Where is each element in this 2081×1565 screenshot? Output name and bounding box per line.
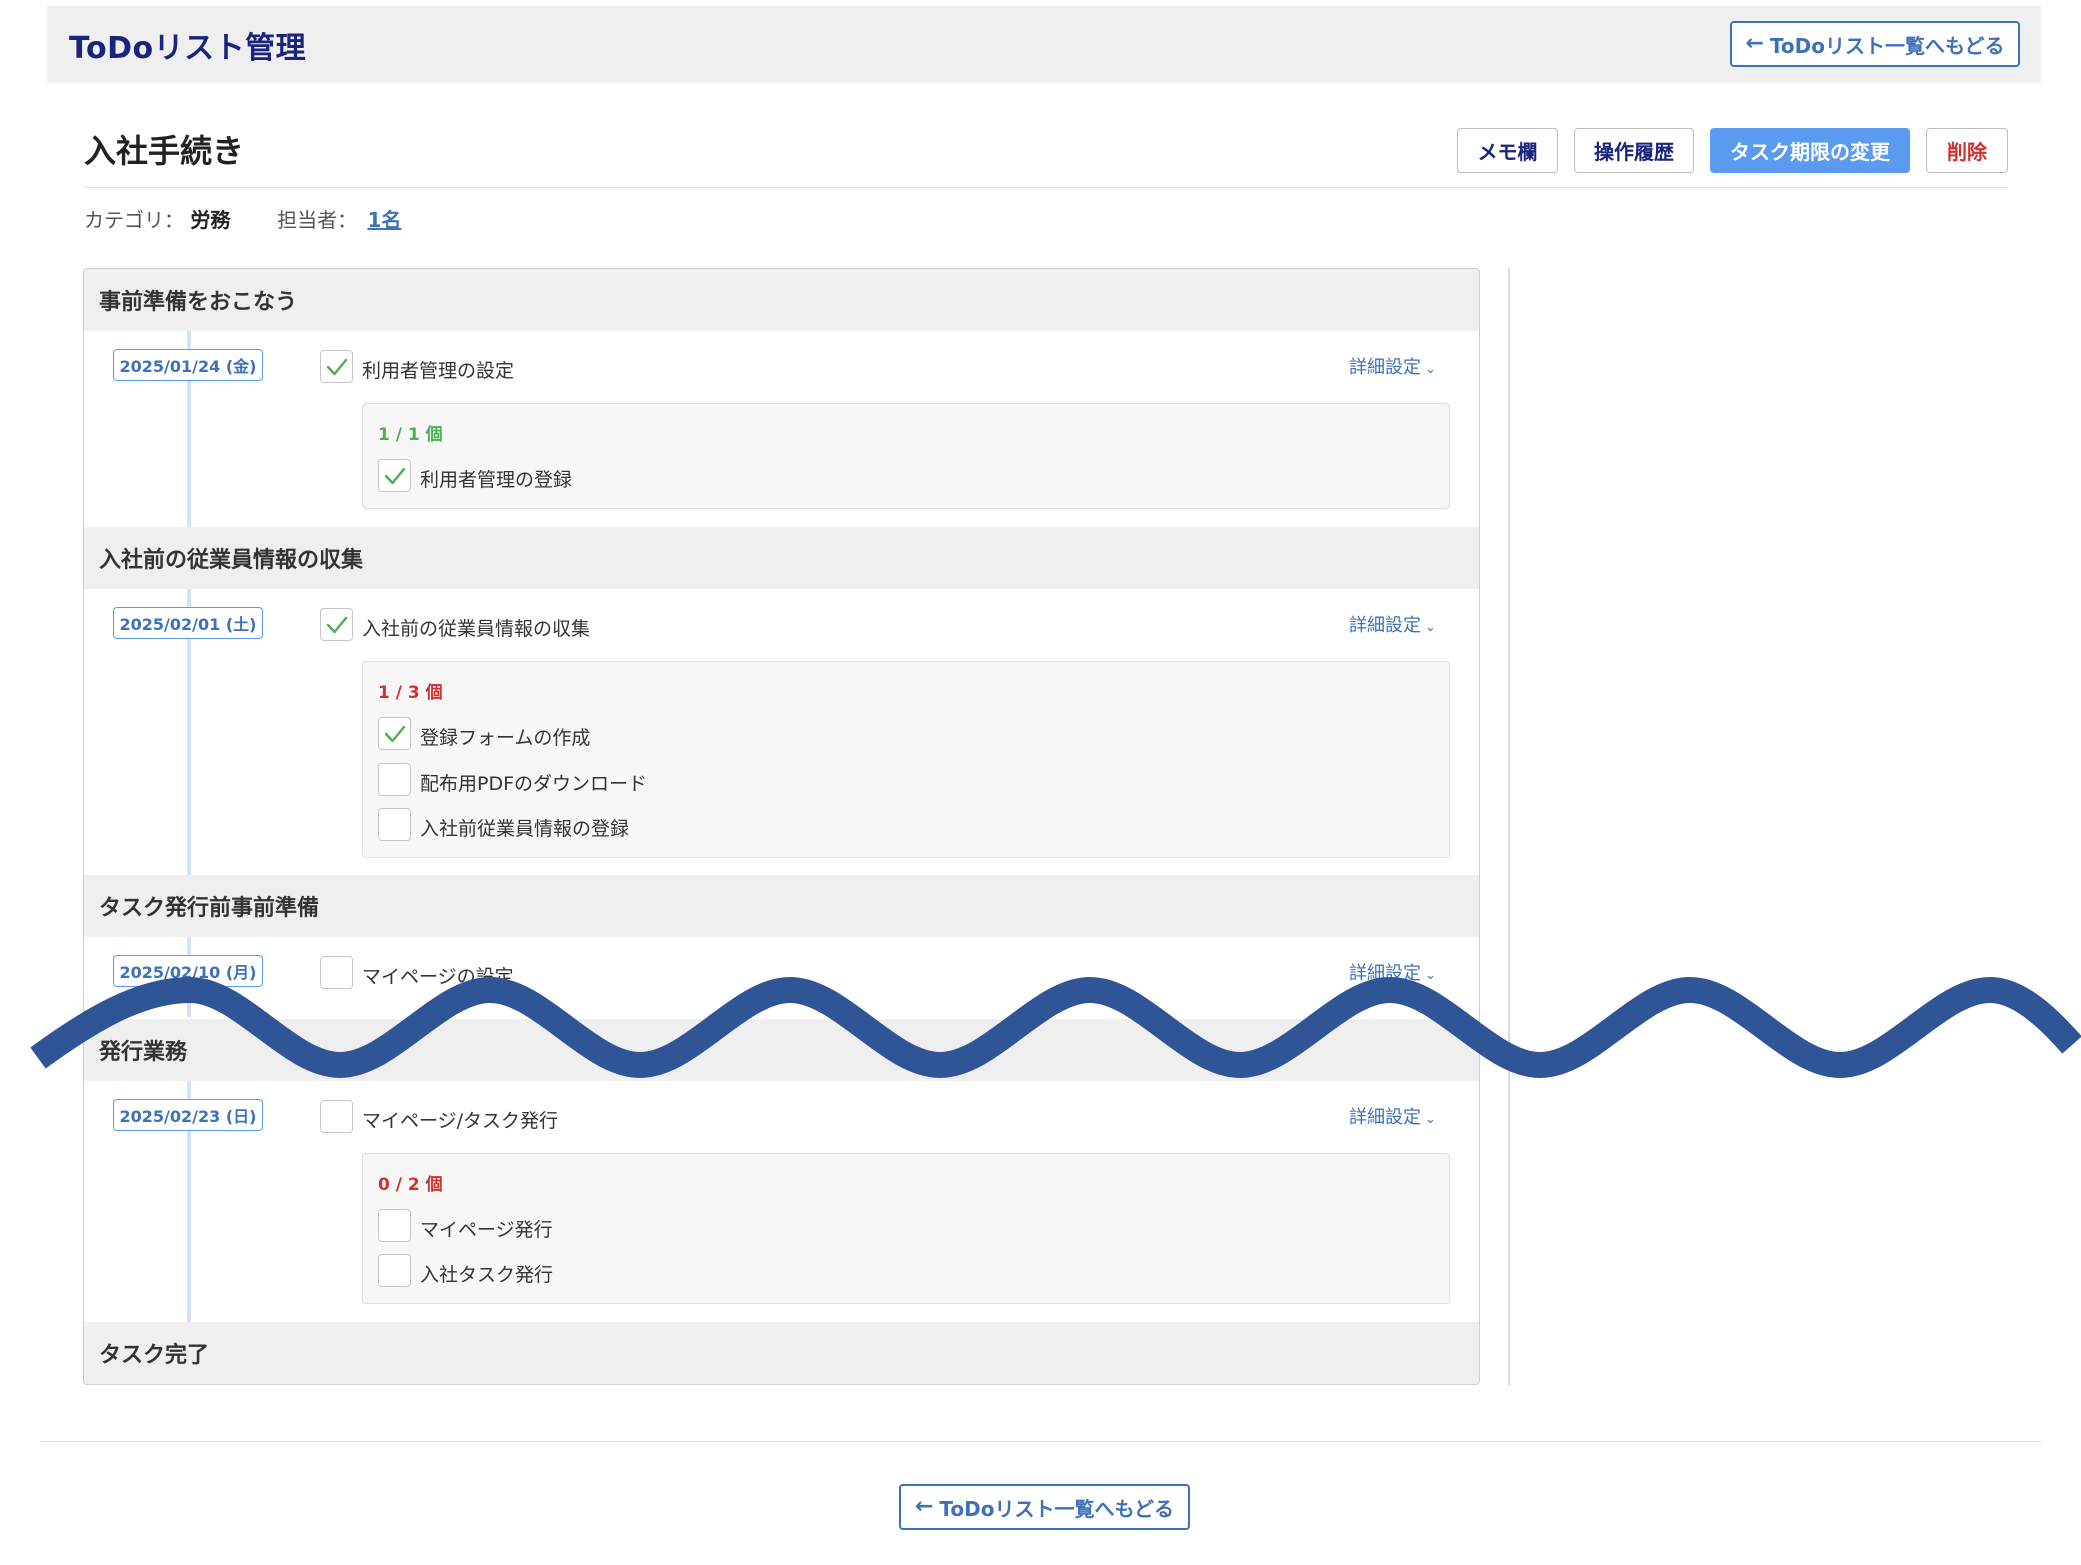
section-title: 入社前の従業員情報の収集 xyxy=(99,548,364,573)
section-title: 事前準備をおこなう xyxy=(99,290,298,315)
panel-side-divider xyxy=(1508,268,1510,1385)
detail-settings-label: 詳細設定 xyxy=(1349,357,1421,378)
check-icon xyxy=(326,616,347,633)
subtask-label: 登録フォームの作成 xyxy=(420,727,591,749)
task-checkbox[interactable] xyxy=(320,350,353,383)
task-label: 入社前の従業員情報の収集 xyxy=(362,618,591,640)
app-title: ToDoリスト管理 xyxy=(69,31,307,66)
subtask-counter: 1 / 3 個 xyxy=(378,683,443,703)
assignee-label: 担当者： xyxy=(277,208,358,232)
app-header: ToDoリスト管理 ← ToDoリスト一覧へもどる xyxy=(47,6,2041,83)
memo-button[interactable]: メモ欄 xyxy=(1457,128,1558,173)
check-icon xyxy=(384,467,405,484)
task-checkbox[interactable] xyxy=(320,608,353,641)
detail-settings-link[interactable]: 詳細設定 ⌄ xyxy=(1349,353,1436,379)
task-label: 利用者管理の設定 xyxy=(362,360,515,382)
detail-settings-label: 詳細設定 xyxy=(1349,1107,1421,1128)
subtask-checkbox[interactable] xyxy=(378,717,411,750)
detail-settings-link[interactable]: 詳細設定 ⌄ xyxy=(1349,611,1436,637)
task-checkbox[interactable] xyxy=(320,1100,353,1133)
title-divider xyxy=(84,187,2008,188)
due-date-badge: 2025/02/01 (土) xyxy=(113,607,263,639)
subtask-box: 1 / 1 個 利用者管理の登録 xyxy=(362,403,1450,509)
subtask-label: 入社タスク発行 xyxy=(420,1264,554,1286)
subtask-label: 利用者管理の登録 xyxy=(420,469,573,491)
category-label: カテゴリ： xyxy=(84,208,184,232)
detail-settings-link[interactable]: 詳細設定 ⌄ xyxy=(1349,1103,1436,1129)
subtask-checkbox[interactable] xyxy=(378,763,411,796)
subtask-counter: 1 / 1 個 xyxy=(378,425,443,445)
section-header: タスク発行前事前準備 xyxy=(84,875,1479,937)
back-to-list-label: ToDoリスト一覧へもどる xyxy=(939,1496,1175,1521)
category-value: 労務 xyxy=(190,208,231,232)
subtask-label: 入社前従業員情報の登録 xyxy=(420,818,630,840)
footer-divider xyxy=(40,1441,2041,1442)
chevron-down-icon: ⌄ xyxy=(1425,1112,1436,1127)
section-header: 事前準備をおこなう xyxy=(84,269,1479,331)
back-to-list-button-bottom[interactable]: ← ToDoリスト一覧へもどる xyxy=(899,1484,1190,1530)
section-header: 入社前の従業員情報の収集 xyxy=(84,527,1479,589)
arrow-left-icon: ← xyxy=(914,1494,934,1519)
section-title: タスク発行前事前準備 xyxy=(99,896,320,921)
due-date-badge: 2025/02/23 (日) xyxy=(113,1099,263,1131)
subtask-checkbox[interactable] xyxy=(378,1254,411,1287)
back-to-list-label: ToDoリスト一覧へもどる xyxy=(1769,33,2005,58)
delete-button[interactable]: 削除 xyxy=(1926,128,2008,173)
page-title: 入社手続き xyxy=(84,132,245,170)
back-to-list-button[interactable]: ← ToDoリスト一覧へもどる xyxy=(1730,21,2020,67)
history-button[interactable]: 操作履歴 xyxy=(1574,128,1694,173)
arrow-left-icon: ← xyxy=(1745,31,1764,56)
subtask-label: マイページ発行 xyxy=(420,1219,553,1241)
detail-settings-label: 詳細設定 xyxy=(1349,615,1421,636)
subtask-checkbox[interactable] xyxy=(378,1209,411,1242)
cut-marker-wave xyxy=(30,976,2081,1079)
subtask-box: 1 / 3 個 登録フォームの作成 配布用PDFのダウンロード 入社前従業員情報… xyxy=(362,661,1450,858)
subtask-label: 配布用PDFのダウンロード xyxy=(420,773,648,795)
section-header: タスク完了 xyxy=(84,1322,1479,1384)
check-icon xyxy=(384,725,405,742)
section-title: タスク完了 xyxy=(99,1343,210,1368)
task-label: マイページ/タスク発行 xyxy=(362,1110,559,1132)
task-panel: 事前準備をおこなう 2025/01/24 (金) 利用者管理の設定 詳細設定 ⌄ … xyxy=(83,268,1480,1385)
subtask-counter: 0 / 2 個 xyxy=(378,1175,443,1195)
check-icon xyxy=(326,358,347,375)
chevron-down-icon: ⌄ xyxy=(1425,362,1436,377)
subtask-box: 0 / 2 個 マイページ発行 入社タスク発行 xyxy=(362,1153,1450,1304)
subtask-checkbox[interactable] xyxy=(378,808,411,841)
change-deadline-button[interactable]: タスク期限の変更 xyxy=(1710,128,1910,173)
assignee-link[interactable]: 1名 xyxy=(367,208,401,232)
meta-row: カテゴリ： 労務 担当者： 1名 xyxy=(84,204,401,233)
due-date-badge: 2025/01/24 (金) xyxy=(113,349,263,381)
subtask-checkbox[interactable] xyxy=(378,459,411,492)
chevron-down-icon: ⌄ xyxy=(1425,620,1436,635)
